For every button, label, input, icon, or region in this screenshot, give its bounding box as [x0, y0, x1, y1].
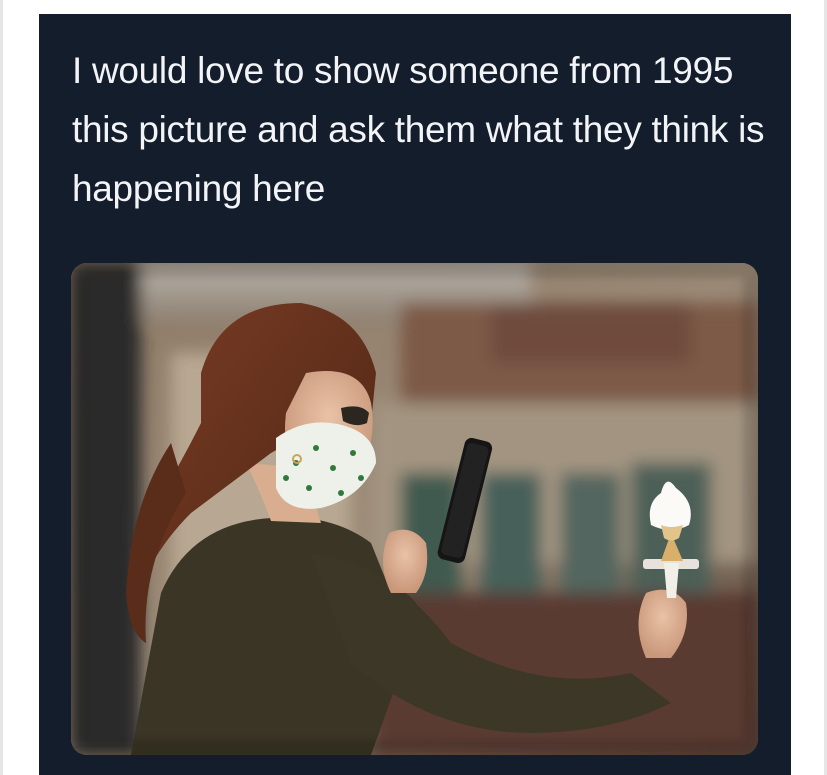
tweet-card: I would love to show someone from 1995 t…: [39, 14, 791, 775]
frame-border-left: [0, 0, 3, 775]
screenshot-frame: I would love to show someone from 1995 t…: [0, 0, 827, 775]
photo-illustration: [71, 263, 758, 755]
tweet-photo[interactable]: [71, 263, 758, 755]
tweet-text: I would love to show someone from 1995 t…: [72, 50, 765, 209]
